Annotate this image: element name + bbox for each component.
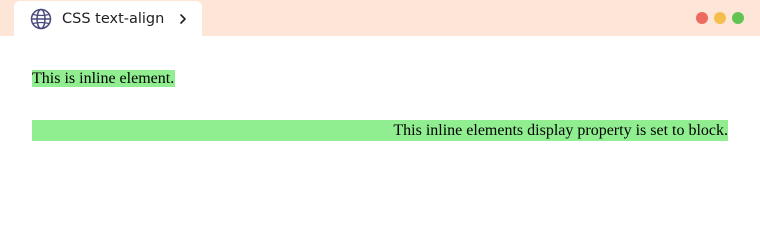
browser-window: CSS text-align This is inline element. T… <box>0 0 760 224</box>
window-controls <box>696 12 744 24</box>
maximize-button[interactable] <box>732 12 744 24</box>
title-bar: CSS text-align <box>0 0 760 36</box>
tab-css-text-align[interactable]: CSS text-align <box>14 1 202 36</box>
close-button[interactable] <box>696 12 708 24</box>
inline-paragraph: This is inline element. <box>32 68 728 90</box>
chevron-right-icon[interactable] <box>178 13 188 25</box>
globe-icon <box>30 8 52 30</box>
tab-title: CSS text-align <box>62 11 165 27</box>
minimize-button[interactable] <box>714 12 726 24</box>
block-element: This inline elements display property is… <box>32 120 728 141</box>
page-content: This is inline element. This inline elem… <box>32 36 728 141</box>
inline-element: This is inline element. <box>32 70 176 87</box>
